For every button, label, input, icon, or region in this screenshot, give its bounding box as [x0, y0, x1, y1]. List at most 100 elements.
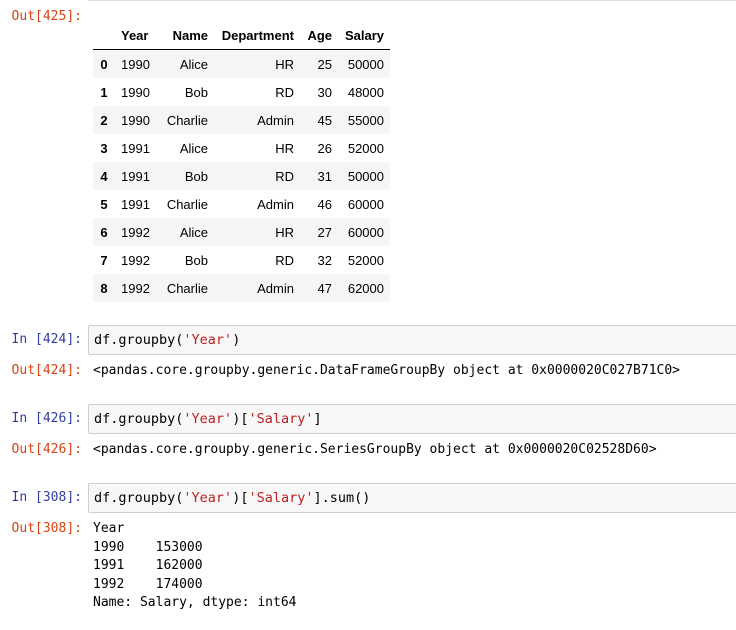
out-prompt-308: Out[308]:	[11, 521, 82, 536]
cell-salary: 50000	[347, 56, 384, 72]
code-string: 'Year'	[183, 411, 233, 427]
cell-department: HR	[275, 140, 294, 156]
cell-department: RD	[275, 168, 294, 184]
out-prompt-426: Out[426]:	[11, 442, 82, 457]
code-input-424[interactable]: df.groupby('Year')	[88, 325, 736, 355]
previous-cell-divider	[88, 0, 736, 1]
code-string: 'Salary'	[248, 411, 314, 427]
row-index: 5	[100, 196, 108, 212]
output-line: 1990 153000	[93, 539, 203, 555]
row-index: 4	[100, 168, 108, 184]
cell-age: 30	[317, 84, 332, 100]
code-text: )[	[232, 411, 249, 427]
cell-name: Charlie	[166, 196, 208, 212]
table-row: 8 1992 Charlie Admin 47 62000	[93, 274, 390, 302]
cell-department: Admin	[257, 280, 294, 296]
cell-age: 27	[317, 224, 332, 240]
row-index: 3	[100, 140, 108, 156]
cell-year: 1992	[121, 252, 150, 268]
code-text: df.groupby(	[94, 411, 184, 427]
row-index: 6	[100, 224, 108, 240]
code-text: ]	[313, 411, 322, 427]
in-prompt-426: In [426]:	[11, 411, 82, 426]
table-row: 3 1991 Alice HR 26 52000	[93, 134, 390, 162]
header-age: Age	[300, 22, 338, 50]
row-index: 2	[100, 112, 108, 128]
cell-department: HR	[275, 56, 294, 72]
cell-year: 1991	[121, 196, 150, 212]
header-department: Department	[214, 22, 300, 50]
cell-year: 1992	[121, 224, 150, 240]
header-year: Year	[115, 22, 160, 50]
cell-age: 32	[317, 252, 332, 268]
cell-salary: 62000	[347, 280, 384, 296]
cell-salary: 52000	[347, 140, 384, 156]
code-text: ].sum()	[313, 490, 371, 506]
output-424: <pandas.core.groupby.generic.DataFrameGr…	[93, 363, 680, 378]
cell-year: 1991	[121, 140, 150, 156]
in-prompt-308: In [308]:	[11, 490, 82, 505]
header-name: Name	[160, 22, 214, 50]
cell-department: Admin	[257, 112, 294, 128]
cell-department: HR	[275, 224, 294, 240]
code-input-426[interactable]: df.groupby('Year')['Salary']	[88, 404, 736, 434]
cell-name: Bob	[184, 168, 208, 184]
cell-year: 1992	[121, 280, 150, 296]
dataframe-header: Year Name Department Age Salary	[93, 22, 390, 50]
cell-name: Alice	[179, 140, 208, 156]
output-line: 1992 174000	[93, 576, 203, 592]
cell-year: 1991	[121, 168, 150, 184]
cell-year: 1990	[121, 84, 150, 100]
cell-year: 1990	[121, 56, 150, 72]
table-row: 6 1992 Alice HR 27 60000	[93, 218, 390, 246]
cell-age: 46	[317, 196, 332, 212]
cell-name: Charlie	[166, 112, 208, 128]
cell-salary: 50000	[347, 168, 384, 184]
code-string: 'Salary'	[248, 490, 314, 506]
cell-department: RD	[275, 84, 294, 100]
output-line: Name: Salary, dtype: int64	[93, 595, 297, 610]
code-string: 'Year'	[183, 490, 233, 506]
table-row: 4 1991 Bob RD 31 50000	[93, 162, 390, 190]
code-text: )[	[232, 490, 249, 506]
cell-salary: 48000	[347, 84, 384, 100]
code-text: )	[232, 332, 241, 348]
cell-salary: 60000	[347, 196, 384, 212]
cell-age: 47	[317, 280, 332, 296]
cell-age: 31	[317, 168, 332, 184]
out-prompt-425: Out[425]:	[11, 9, 82, 24]
table-row: 0 1990 Alice HR 25 50000	[93, 49, 390, 78]
row-index: 8	[100, 280, 108, 296]
code-text: df.groupby(	[94, 332, 184, 348]
code-input-308[interactable]: df.groupby('Year')['Salary'].sum()	[88, 483, 736, 513]
cell-age: 26	[317, 140, 332, 156]
row-index: 1	[100, 84, 108, 100]
table-row: 2 1990 Charlie Admin 45 55000	[93, 106, 390, 134]
table-row: 5 1991 Charlie Admin 46 60000	[93, 190, 390, 218]
output-426: <pandas.core.groupby.generic.SeriesGroup…	[93, 442, 657, 457]
cell-age: 25	[317, 56, 332, 72]
cell-salary: 52000	[347, 252, 384, 268]
cell-department: RD	[275, 252, 294, 268]
cell-year: 1990	[121, 112, 150, 128]
header-index	[93, 22, 115, 50]
output-line: 1991 162000	[93, 558, 203, 573]
cell-salary: 60000	[347, 224, 384, 240]
cell-name: Bob	[184, 252, 208, 268]
output-line: Year	[93, 521, 125, 536]
in-prompt-424: In [424]:	[11, 332, 82, 347]
cell-name: Alice	[179, 56, 208, 72]
cell-name: Charlie	[166, 280, 208, 296]
code-string: 'Year'	[183, 332, 233, 348]
out-prompt-424: Out[424]:	[11, 363, 82, 378]
output-308: Year 1990 153000 1991 162000 1992 174000 Nam…	[93, 520, 297, 613]
dataframe-table: Year Name Department Age Salary 0 1990 A…	[93, 22, 390, 302]
table-row: 1 1990 Bob RD 30 48000	[93, 78, 390, 106]
dataframe-body: 0 1990 Alice HR 25 50000 1 1990 Bob RD 3…	[93, 49, 390, 302]
cell-age: 45	[317, 112, 332, 128]
cell-department: Admin	[257, 196, 294, 212]
code-text: df.groupby(	[94, 490, 184, 506]
cell-name: Bob	[184, 84, 208, 100]
cell-name: Alice	[179, 224, 208, 240]
cell-salary: 55000	[347, 112, 384, 128]
